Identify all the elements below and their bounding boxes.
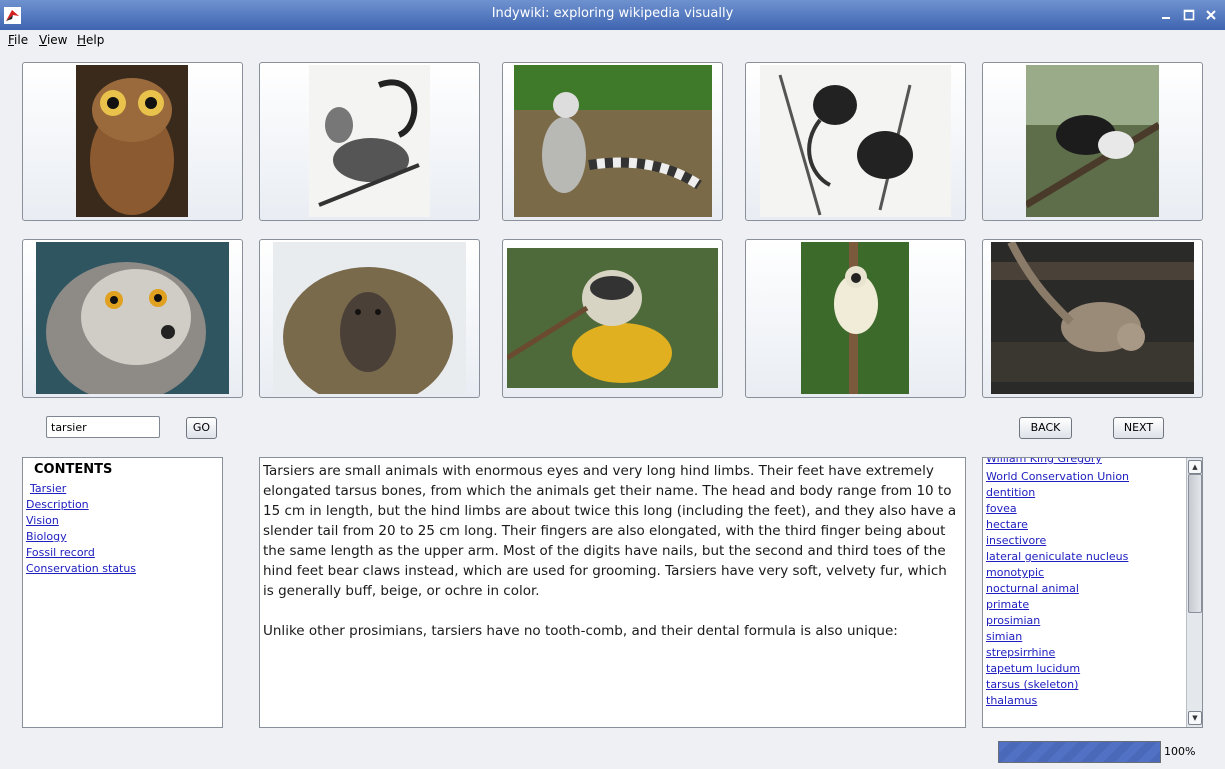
back-button[interactable]: BACK <box>1019 417 1072 439</box>
sifaka-image <box>801 242 909 394</box>
related-link[interactable]: William King Gregory <box>986 458 1102 465</box>
thumbnail-galago[interactable] <box>982 239 1203 398</box>
related-link[interactable]: prosimian <box>986 614 1040 627</box>
related-link[interactable]: World Conservation Union <box>986 470 1129 483</box>
menu-bar: File View Help <box>0 30 1225 52</box>
related-link[interactable]: fovea <box>986 502 1017 515</box>
contents-link[interactable]: Fossil record <box>26 546 95 559</box>
crowned-lemur-image <box>36 242 229 394</box>
related-link[interactable]: tapetum lucidum <box>986 662 1080 675</box>
related-link[interactable]: primate <box>986 598 1029 611</box>
galago-image <box>991 242 1194 394</box>
tarsier-image <box>76 65 188 217</box>
title-bar: Indywiki: exploring wikipedia visually <box>0 0 1225 30</box>
scroll-up-icon[interactable]: ▲ <box>1188 460 1202 474</box>
related-link[interactable]: tarsus (skeleton) <box>986 678 1078 691</box>
related-links-panel: William King Gregory World Conservation … <box>982 457 1203 728</box>
scrollbar-thumb[interactable] <box>1188 474 1202 613</box>
contents-link[interactable]: Tarsier <box>30 482 66 495</box>
go-button[interactable]: GO <box>186 417 217 439</box>
related-link[interactable]: monotypic <box>986 566 1044 579</box>
thumbnail-crowned-lemur[interactable] <box>22 239 243 398</box>
related-link[interactable]: lateral geniculate nucleus <box>986 550 1128 563</box>
menu-view[interactable]: View <box>39 33 67 47</box>
baboon-image <box>273 242 466 394</box>
close-icon[interactable] <box>1204 8 1218 22</box>
menu-help[interactable]: Help <box>77 33 104 47</box>
thumbnail-baboon[interactable] <box>259 239 480 398</box>
article-paragraph: Tarsiers are small animals with enormous… <box>263 463 957 599</box>
contents-link[interactable]: Biology <box>26 530 67 543</box>
primates-engraving-image <box>760 65 951 217</box>
thumbnail-ring-tailed-lemur[interactable] <box>502 62 723 221</box>
ring-tailed-lemur-image <box>514 65 712 217</box>
thumbnail-indri[interactable] <box>982 62 1203 221</box>
search-input[interactable] <box>46 416 160 438</box>
related-link[interactable]: insectivore <box>986 534 1046 547</box>
contents-panel: CONTENTS Tarsier Description Vision Biol… <box>22 457 223 728</box>
scroll-down-icon[interactable]: ▼ <box>1188 711 1202 725</box>
thumbnail-primates-engraving[interactable] <box>745 62 966 221</box>
progress-label: 100% <box>1164 745 1196 758</box>
related-link[interactable]: hectare <box>986 518 1028 531</box>
article-text: Tarsiers are small animals with enormous… <box>263 461 959 661</box>
indri-image <box>1026 65 1159 217</box>
lemur-engraving-image <box>309 65 430 217</box>
contents-link[interactable]: Conservation status <box>26 562 136 575</box>
window-title: Indywiki: exploring wikipedia visually <box>491 6 734 21</box>
maximize-icon[interactable] <box>1182 8 1196 22</box>
related-link[interactable]: dentition <box>986 486 1035 499</box>
progress-bar <box>998 741 1161 763</box>
minimize-icon[interactable] <box>1159 8 1173 22</box>
squirrel-monkey-image <box>507 248 718 388</box>
thumbnail-lemur-engraving[interactable] <box>259 62 480 221</box>
contents-link[interactable]: Description <box>26 498 89 511</box>
next-button[interactable]: NEXT <box>1113 417 1164 439</box>
menu-file[interactable]: File <box>8 33 28 47</box>
article-paragraph: Unlike other prosimians, tarsiers have n… <box>263 623 898 639</box>
related-link[interactable]: nocturnal animal <box>986 582 1079 595</box>
related-link[interactable]: thalamus <box>986 694 1037 707</box>
contents-title: CONTENTS <box>34 462 113 477</box>
related-links-scrollbar[interactable]: ▲ ▼ <box>1186 458 1202 727</box>
thumbnail-squirrel-monkey[interactable] <box>502 239 723 398</box>
thumbnail-sifaka[interactable] <box>745 239 966 398</box>
thumbnail-tarsier[interactable] <box>22 62 243 221</box>
contents-link[interactable]: Vision <box>26 514 59 527</box>
related-link[interactable]: simian <box>986 630 1022 643</box>
related-link[interactable]: strepsirrhine <box>986 646 1055 659</box>
article-panel: Tarsiers are small animals with enormous… <box>259 457 966 728</box>
